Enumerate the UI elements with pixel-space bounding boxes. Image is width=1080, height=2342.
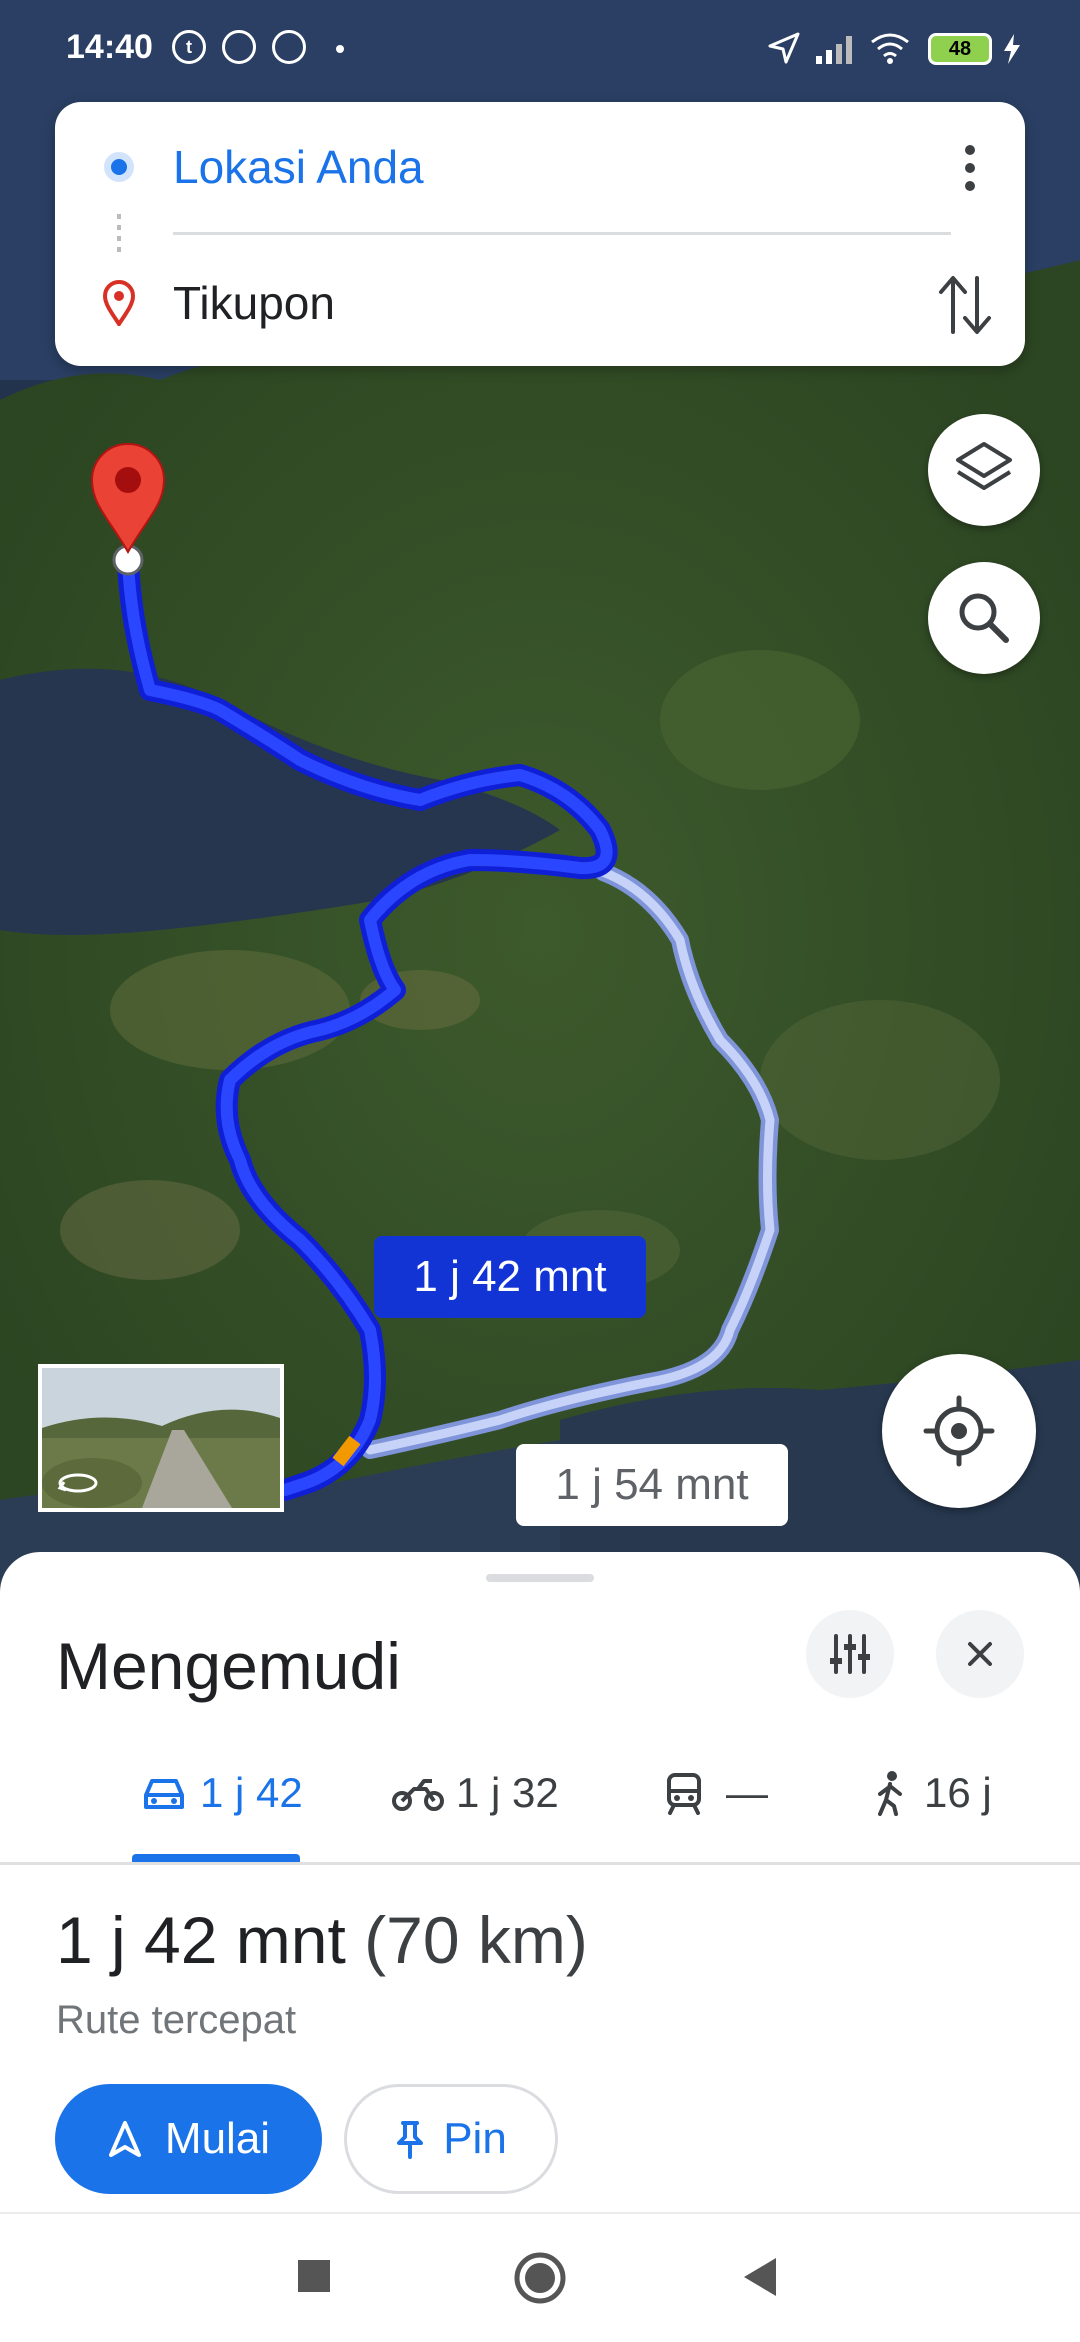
active-tab-indicator [132, 1854, 300, 1862]
status-bar: 14:40 t 48 [0, 0, 1080, 96]
home-icon[interactable] [512, 2250, 568, 2306]
pin-button[interactable]: Pin [344, 2084, 558, 2194]
alternate-route-label[interactable]: 1 j 54 mnt [516, 1444, 788, 1526]
recents-icon[interactable] [296, 2258, 332, 2294]
layers-button[interactable] [928, 414, 1040, 526]
t-notification-icon: t [172, 30, 206, 64]
motorcycle-icon [392, 1779, 444, 1811]
route-options-button[interactable] [806, 1610, 894, 1698]
signal-icon [816, 36, 852, 64]
directions-bottom-sheet[interactable]: Mengemudi 1 j 42 1 j 32 — 16 j 1 j 42 mn… [0, 1552, 1080, 2212]
back-icon[interactable] [740, 2256, 780, 2298]
route-summary: 1 j 42 mnt (70 km) [56, 1902, 588, 1978]
tune-icon [830, 1634, 870, 1674]
tab-motorcycle[interactable]: 1 j 32 [390, 1758, 559, 1828]
charging-icon [1004, 34, 1020, 64]
route-description: Rute tercepat [56, 1998, 297, 2042]
search-icon [959, 593, 1009, 643]
close-button[interactable] [936, 1610, 1024, 1698]
chrome-icon [272, 30, 306, 64]
start-button[interactable]: Mulai [55, 2084, 322, 2194]
location-arrow-icon [768, 32, 800, 64]
primary-route-label[interactable]: 1 j 42 mnt [374, 1236, 646, 1318]
my-location-button[interactable] [882, 1354, 1036, 1508]
my-location-icon [923, 1395, 995, 1467]
tab-car[interactable]: 1 j 42 [140, 1758, 303, 1828]
navigation-arrow-icon [108, 2121, 141, 2157]
transit-icon [667, 1773, 701, 1815]
tab-motorcycle-label: 1 j 32 [456, 1769, 559, 1816]
tab-car-label: 1 j 42 [200, 1769, 303, 1816]
wifi-icon [871, 33, 909, 64]
divider [173, 232, 951, 235]
divider [0, 1862, 1080, 1865]
system-navigation-bar [0, 2212, 1080, 2342]
route-connector [117, 214, 121, 254]
street-view-thumbnail[interactable] [38, 1364, 284, 1512]
pin-icon [397, 2121, 424, 2159]
destination-pin-icon [102, 280, 136, 326]
walk-icon [878, 1771, 902, 1816]
notification-dot [336, 45, 344, 53]
more-options-icon[interactable] [950, 140, 990, 200]
tab-transit[interactable]: — [664, 1758, 768, 1828]
search-along-route-button[interactable] [928, 562, 1040, 674]
route-distance: (70 km) [364, 1903, 588, 1977]
car-icon [144, 1779, 184, 1809]
sheet-drag-handle[interactable] [486, 1574, 594, 1582]
status-time: 14:40 [66, 28, 153, 66]
360-view-icon [57, 1473, 98, 1493]
start-button-label: Mulai [164, 2114, 271, 2163]
chrome-icon [222, 30, 256, 64]
swap-icon[interactable] [935, 272, 995, 338]
destination-field[interactable]: Tikupon [173, 276, 335, 330]
close-icon [968, 1642, 992, 1666]
origin-dot-icon [104, 152, 134, 182]
tab-walk[interactable]: 16 j [872, 1758, 992, 1828]
route-duration: 1 j 42 mnt [56, 1903, 346, 1977]
directions-card: Lokasi Anda Tikupon [55, 102, 1025, 366]
layers-icon [956, 442, 1012, 490]
battery-icon: 48 [928, 33, 992, 65]
tab-transit-label: — [726, 1769, 768, 1816]
sheet-title: Mengemudi [56, 1629, 401, 1703]
tab-walk-label: 16 j [924, 1769, 992, 1816]
origin-field[interactable]: Lokasi Anda [173, 140, 424, 194]
pin-button-label: Pin [443, 2114, 507, 2163]
